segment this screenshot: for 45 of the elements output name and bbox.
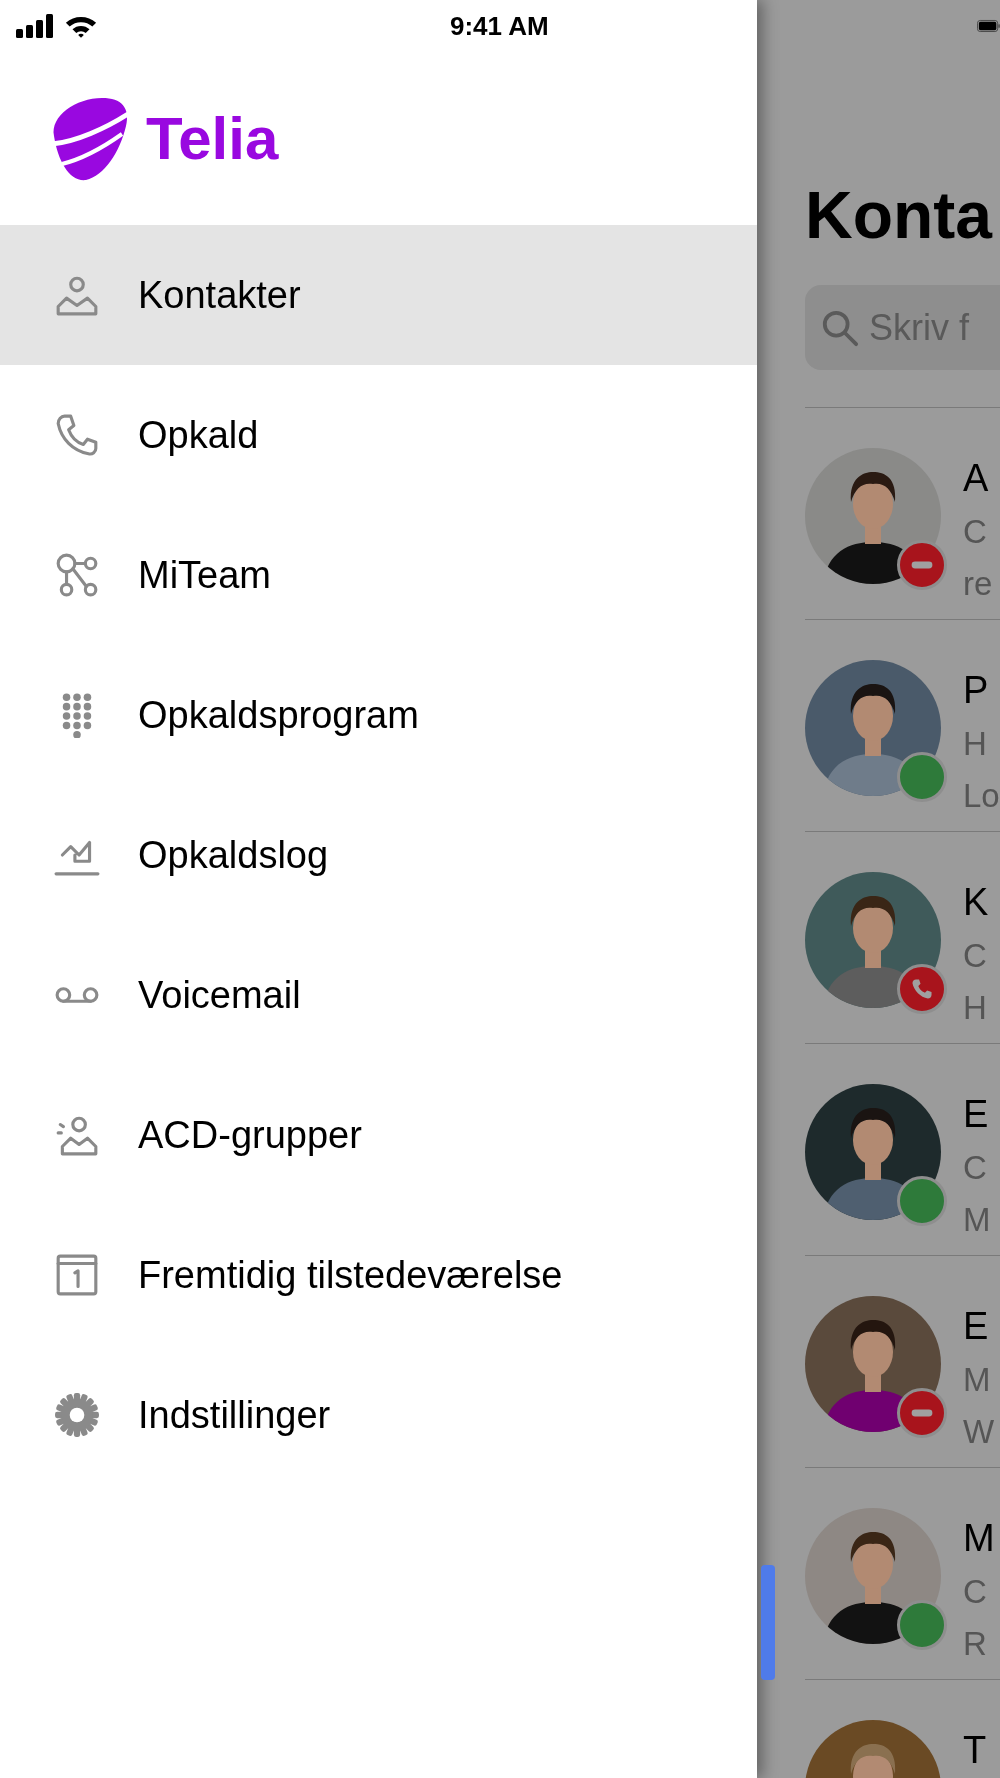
phone-icon — [54, 412, 100, 458]
contact-name: T — [963, 1728, 987, 1773]
contact-name: E — [963, 1092, 990, 1137]
contact-row[interactable]: T — [805, 1680, 1000, 1778]
contact-row[interactable]: A C re — [805, 408, 1000, 620]
settings-icon — [54, 1392, 100, 1438]
contact-row[interactable]: E M W — [805, 1256, 1000, 1468]
contact-name: K — [963, 880, 989, 925]
contact-name: E — [963, 1304, 990, 1349]
contact-detail: R — [963, 1624, 988, 1664]
contact-detail: H — [963, 724, 988, 764]
contact-detail: Lo — [963, 776, 1000, 816]
contact-detail: W — [963, 1412, 995, 1452]
page-title: Konta — [805, 177, 992, 254]
contact-row[interactable]: M C R — [805, 1468, 1000, 1680]
menu-item[interactable]: Fremtidig tilstedeværelse — [0, 1205, 757, 1345]
logo-wordmark: Telia — [146, 104, 279, 173]
search-icon — [821, 308, 859, 347]
contact-row[interactable]: K C H — [805, 832, 1000, 1044]
menu-item[interactable]: MiTeam — [0, 505, 757, 645]
menu-item[interactable]: Opkald — [0, 365, 757, 505]
contact-detail: M — [963, 1200, 991, 1240]
phone-icon — [911, 978, 933, 1000]
contact-detail: M — [963, 1360, 992, 1400]
menu-item[interactable]: Indstillinger — [0, 1345, 757, 1485]
contact-detail: C — [963, 1148, 988, 1188]
menu-item[interactable]: Voicemail — [0, 925, 757, 1065]
signal-icon — [16, 14, 56, 38]
contact-row[interactable]: P H Lo — [805, 620, 1000, 832]
contact-name: A — [963, 456, 990, 501]
calendar-icon — [54, 1252, 100, 1298]
menu-item[interactable]: Opkaldslog — [0, 785, 757, 925]
contact-detail: re — [963, 564, 993, 604]
menu-item[interactable]: Kontakter — [0, 225, 757, 365]
contact-detail: C — [963, 936, 988, 976]
contact-row[interactable]: E C M — [805, 1044, 1000, 1256]
status-time: 9:41 AM — [450, 10, 549, 42]
menu-item[interactable]: Opkaldsprogram — [0, 645, 757, 785]
contact-name: P — [963, 668, 990, 713]
contact-detail: C — [963, 1572, 988, 1612]
menu-item[interactable]: ACD-grupper — [0, 1065, 757, 1205]
network-icon — [54, 552, 100, 598]
contact-name: M — [963, 1516, 995, 1561]
contact-detail: C — [963, 512, 988, 552]
contact-detail: H — [963, 988, 988, 1028]
